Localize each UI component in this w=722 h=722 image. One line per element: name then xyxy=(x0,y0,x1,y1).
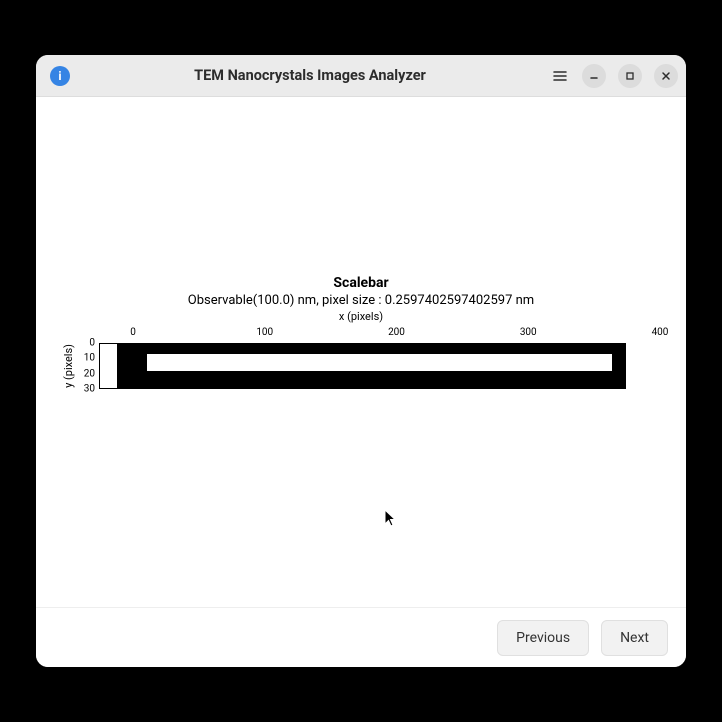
y-tick: 20 xyxy=(84,368,95,379)
chart-subtitle: Observable(100.0) nm, pixel size : 0.259… xyxy=(188,293,534,308)
close-button[interactable] xyxy=(654,64,678,88)
chart-area: 0 100 200 300 400 y (pixels) 0 10 20 30 xyxy=(62,327,660,389)
main-content: Scalebar Observable(100.0) nm, pixel siz… xyxy=(36,97,686,607)
previous-button[interactable]: Previous xyxy=(497,620,589,656)
app-window: i TEM Nanocrystals Images Analyzer Scale… xyxy=(36,55,686,667)
chart-x-axis-label: x (pixels) xyxy=(339,310,383,323)
footer: Previous Next xyxy=(36,607,686,667)
x-tick: 200 xyxy=(388,327,405,338)
titlebar: i TEM Nanocrystals Images Analyzer xyxy=(36,55,686,97)
window-title: TEM Nanocrystals Images Analyzer xyxy=(70,67,550,84)
y-axis-ticks: 0 10 20 30 xyxy=(77,343,99,389)
minimize-button[interactable] xyxy=(582,64,606,88)
window-controls xyxy=(550,64,678,88)
maximize-button[interactable] xyxy=(618,64,642,88)
y-tick: 30 xyxy=(84,384,95,395)
info-icon[interactable]: i xyxy=(50,66,70,86)
next-button[interactable]: Next xyxy=(601,620,668,656)
x-axis-ticks: 0 100 200 300 400 xyxy=(133,327,660,343)
y-tick: 0 xyxy=(89,338,95,349)
scalebar-segment xyxy=(147,354,612,371)
x-tick: 300 xyxy=(520,327,537,338)
x-tick: 100 xyxy=(256,327,273,338)
chart-y-axis-label: y (pixels) xyxy=(62,344,75,388)
x-tick: 0 xyxy=(130,327,136,338)
scalebar-image xyxy=(117,344,625,388)
plot-area xyxy=(99,343,626,389)
y-tick: 10 xyxy=(84,353,95,364)
hamburger-menu-icon[interactable] xyxy=(550,66,570,86)
chart-title: Scalebar xyxy=(333,275,388,291)
x-tick: 400 xyxy=(652,327,669,338)
